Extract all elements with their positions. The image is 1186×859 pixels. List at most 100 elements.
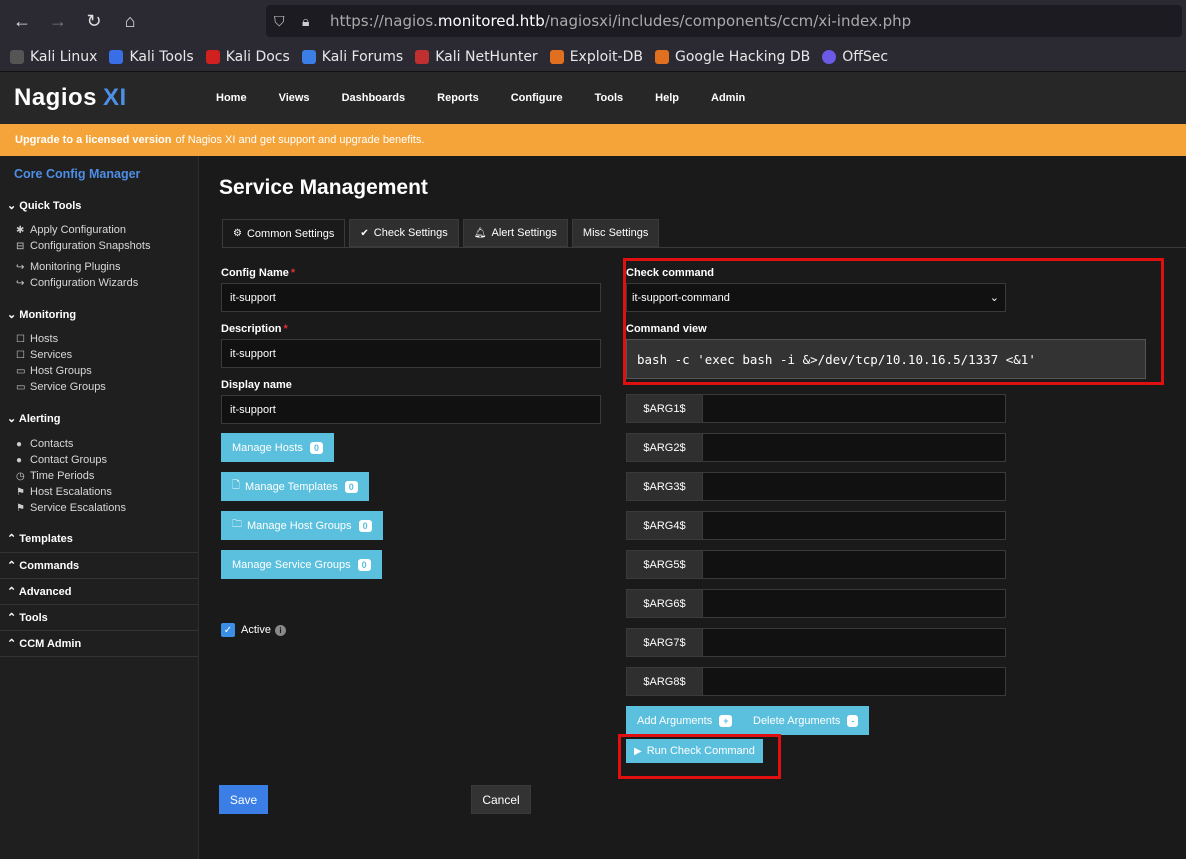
shield-icon: ⛉ (274, 12, 285, 29)
share-icon: ↪ (16, 277, 25, 289)
arg3-label: $ARG3$ (626, 472, 703, 501)
nagios-logo[interactable]: Nagios XI (14, 84, 127, 112)
kali-tools-icon (109, 49, 124, 64)
app-header: Nagios XI Home Views Dashboards Reports C… (0, 72, 1186, 124)
offsec-icon (822, 49, 837, 64)
sidebar-item-monitoring-plugins[interactable]: ↪ Monitoring Plugins (16, 261, 121, 273)
bookmark-kali-docs[interactable]: Kali Docs (205, 49, 290, 65)
save-button[interactable]: Save (219, 785, 268, 814)
nav-dashboards[interactable]: Dashboards (326, 92, 422, 104)
back-icon[interactable]: ← (4, 3, 40, 39)
nav-configure[interactable]: Configure (495, 92, 579, 104)
sidebar-item-contact-groups[interactable]: ● Contact Groups (16, 454, 107, 466)
templates-count-badge: 0 (344, 480, 358, 493)
chevron-down-icon: ⌄ (7, 309, 20, 321)
tab-common-settings[interactable]: ⚙ Common Settings (222, 219, 346, 248)
arg1-label: $ARG1$ (626, 394, 703, 423)
manage-templates-button[interactable]: 🗋 Manage Templates 0 (221, 472, 369, 501)
clock-icon: ◷ (16, 470, 25, 482)
kali-docs-icon (205, 49, 220, 64)
arg3-input[interactable] (703, 472, 1006, 501)
arg6-input[interactable] (703, 589, 1006, 618)
arg7-input[interactable] (703, 628, 1006, 657)
sidebar-item-time-periods[interactable]: ◷ Time Periods (16, 470, 94, 482)
manage-service-groups-button[interactable]: Manage Service Groups 0 (221, 550, 382, 579)
bookmark-google-hacking-db[interactable]: Google Hacking DB (654, 49, 810, 65)
bookmark-kali-linux[interactable]: Kali Linux (10, 49, 97, 65)
forward-icon[interactable]: → (40, 3, 76, 39)
sidebar-item-host-escalations[interactable]: ⚑ Host Escalations (16, 486, 112, 498)
display-name-label: Display name (221, 379, 292, 391)
nav-admin[interactable]: Admin (695, 92, 761, 104)
arg3-row: $ARG3$ (626, 472, 1006, 501)
divider (0, 630, 199, 631)
sidebar-item-hosts[interactable]: ☐ Hosts (16, 333, 58, 345)
description-label: Description * (221, 323, 288, 335)
cancel-button[interactable]: Cancel (471, 785, 531, 814)
nav-help[interactable]: Help (639, 92, 695, 104)
arg1-input[interactable] (703, 394, 1006, 423)
service-groups-count-badge: 0 (357, 558, 371, 571)
description-input[interactable]: it-support (221, 339, 601, 368)
home-icon[interactable]: ⌂ (112, 3, 148, 39)
divider (0, 578, 199, 579)
nav-home[interactable]: Home (200, 92, 263, 104)
section-monitoring[interactable]: ⌄ Monitoring (7, 308, 76, 321)
sidebar-title[interactable]: Core Config Manager (14, 167, 140, 181)
url-bar[interactable]: ⛉ 🔒︎ https://nagios.monitored.htb/nagios… (266, 5, 1182, 37)
section-quick-tools[interactable]: ⌄ Quick Tools (7, 199, 81, 212)
bookmark-kali-tools[interactable]: Kali Tools (109, 49, 194, 65)
arg8-row: $ARG8$ (626, 667, 1006, 696)
tab-alert-settings[interactable]: 🔔︎ Alert Settings (462, 219, 568, 247)
sidebar-item-config-wizards[interactable]: ↪ Configuration Wizards (16, 277, 138, 289)
nav-reports[interactable]: Reports (421, 92, 495, 104)
delete-arguments-button[interactable]: Delete Arguments - (742, 706, 870, 735)
manage-host-groups-button[interactable]: 🗀 Manage Host Groups 0 (221, 511, 383, 540)
chevron-up-icon: ⌃ (7, 533, 20, 545)
bookmark-exploit-db[interactable]: Exploit-DB (549, 49, 643, 65)
arg4-input[interactable] (703, 511, 1006, 540)
arg8-input[interactable] (703, 667, 1006, 696)
settings-tabs: ⚙ Common Settings ✔ Check Settings 🔔︎ Alert… (222, 219, 663, 248)
manage-hosts-button[interactable]: Manage Hosts 0 (221, 433, 334, 462)
sidebar-item-contacts[interactable]: ● Contacts (16, 438, 73, 450)
section-templates[interactable]: ⌃ Templates (7, 532, 73, 545)
section-commands[interactable]: ⌃ Commands (7, 559, 79, 572)
bookmark-kali-forums[interactable]: Kali Forums (301, 49, 403, 65)
sidebar-item-service-groups[interactable]: ▭ Service Groups (16, 381, 106, 393)
archive-icon: ⊟ (16, 240, 25, 252)
nethunter-icon (415, 49, 430, 64)
sidebar-item-apply-config[interactable]: ✱ Apply Configuration (16, 224, 126, 236)
sidebar: Core Config Manager ⌄ Quick Tools ✱ Apply… (0, 156, 199, 859)
active-checkbox[interactable]: ✓ (221, 623, 235, 637)
arg5-input[interactable] (703, 550, 1006, 579)
reload-icon[interactable]: ↻ (76, 3, 112, 39)
gear-icon: ⚙ (233, 228, 242, 239)
section-tools[interactable]: ⌃ Tools (7, 611, 48, 624)
sidebar-item-service-escalations[interactable]: ⚑ Service Escalations (16, 502, 126, 514)
nav-views[interactable]: Views (263, 92, 326, 104)
chevron-up-icon: ⌃ (7, 586, 19, 598)
section-advanced[interactable]: ⌃ Advanced (7, 585, 71, 598)
section-alerting[interactable]: ⌄ Alerting (7, 412, 60, 425)
nav-tools[interactable]: Tools (579, 92, 640, 104)
tab-misc-settings[interactable]: Misc Settings (571, 219, 660, 247)
config-name-input[interactable]: it-support (221, 283, 601, 312)
sidebar-item-config-snapshots[interactable]: ⊟ Configuration Snapshots (16, 240, 150, 252)
flag-icon: ⚑ (16, 486, 25, 498)
chevron-down-icon: ⌄ (7, 413, 19, 425)
lock-icon: 🔒︎ (302, 12, 310, 29)
bookmark-kali-nethunter[interactable]: Kali NetHunter (415, 49, 538, 65)
sidebar-item-services[interactable]: ☐ Services (16, 349, 72, 361)
section-ccm-admin[interactable]: ⌃ CCM Admin (7, 637, 81, 650)
info-icon[interactable]: i (274, 624, 286, 636)
add-arguments-button[interactable]: Add Arguments + (626, 706, 744, 735)
arg2-input[interactable] (703, 433, 1006, 462)
arg7-row: $ARG7$ (626, 628, 1006, 657)
display-name-input[interactable]: it-support (221, 395, 601, 424)
arg4-row: $ARG4$ (626, 511, 1006, 540)
sidebar-item-host-groups[interactable]: ▭ Host Groups (16, 365, 92, 377)
tab-check-settings[interactable]: ✔ Check Settings (349, 219, 459, 247)
upgrade-link[interactable]: Upgrade to a licensed version (15, 134, 172, 146)
bookmark-offsec[interactable]: OffSec (822, 49, 888, 65)
